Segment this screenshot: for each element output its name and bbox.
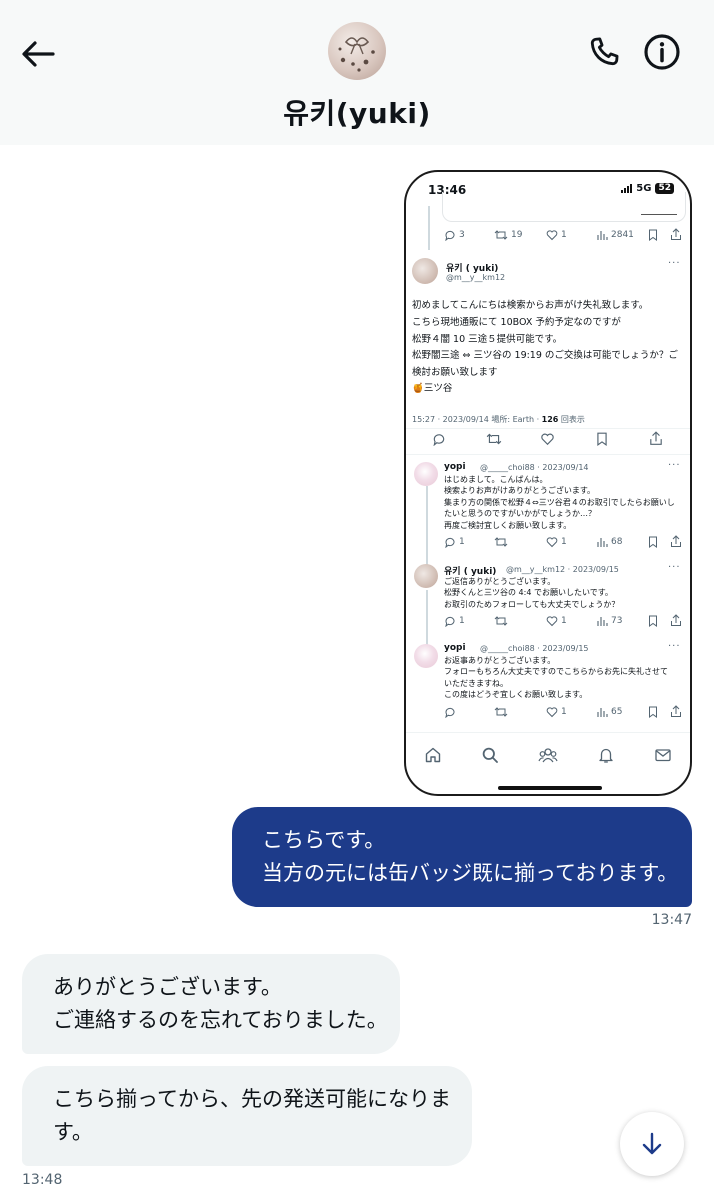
views-action: 73 bbox=[596, 615, 622, 627]
bell-icon bbox=[595, 744, 617, 766]
mail-icon bbox=[652, 744, 674, 766]
info-icon bbox=[644, 34, 680, 70]
message-timestamp: 13:47 bbox=[651, 912, 692, 928]
more-icon: ··· bbox=[668, 460, 681, 471]
reply-icon bbox=[445, 707, 455, 718]
phone-icon bbox=[590, 37, 619, 66]
heart-icon bbox=[546, 537, 558, 548]
reply-icon bbox=[433, 434, 445, 446]
post-line: 🍯三ツ谷 bbox=[412, 383, 453, 394]
reply-author-name: yopi bbox=[444, 643, 466, 653]
views-icon bbox=[597, 708, 608, 717]
search-icon bbox=[479, 744, 501, 766]
retweet-icon bbox=[494, 537, 508, 547]
avatar[interactable] bbox=[328, 22, 386, 80]
post-author-handle: @m__y__km12 bbox=[446, 273, 506, 282]
reply-author-handle: @_____choi88 · 2023/09/15 bbox=[480, 644, 589, 653]
info-button[interactable] bbox=[640, 30, 684, 74]
reply-author-name: yopi bbox=[444, 462, 466, 472]
message-line: こちらです。 bbox=[262, 828, 386, 852]
like-action: 1 bbox=[546, 229, 567, 241]
conversation-header: 유키(yuki) bbox=[0, 0, 714, 145]
back-button[interactable] bbox=[16, 32, 60, 76]
bookmark-icon bbox=[597, 432, 607, 446]
reply-action bbox=[444, 706, 456, 718]
arrow-left-icon bbox=[22, 41, 55, 67]
more-icon: ··· bbox=[668, 562, 681, 573]
post-line: こちら現地通販にて 10BOX 予約予定なのですが bbox=[412, 317, 621, 328]
reply-author-avatar bbox=[414, 644, 438, 668]
reply-author-avatar bbox=[414, 462, 438, 486]
incoming-message[interactable]: こちら揃ってから、先の発送可能になります。 bbox=[22, 1066, 472, 1166]
heart-icon bbox=[546, 707, 558, 718]
reply-icon bbox=[445, 230, 455, 241]
message-line: 当方の元には缶バッジ既に揃っております。 bbox=[262, 861, 679, 885]
arrow-down-icon bbox=[642, 1132, 662, 1155]
quoted-post-card bbox=[442, 192, 686, 222]
avatar-image bbox=[338, 37, 375, 72]
views-icon bbox=[597, 231, 608, 240]
share-icon bbox=[671, 705, 681, 717]
reply-author-handle: @m__y__km12 · 2023/09/15 bbox=[506, 565, 619, 574]
scroll-to-bottom-button[interactable] bbox=[620, 1112, 684, 1176]
views-icon bbox=[597, 538, 608, 547]
more-icon: ··· bbox=[668, 641, 681, 652]
retweet-icon bbox=[494, 707, 508, 717]
incoming-message[interactable]: ありがとうございます。 ご連絡するのを忘れておりました。 bbox=[22, 954, 400, 1054]
bookmark-icon bbox=[649, 536, 657, 548]
shared-screenshot-image[interactable]: 13:46 5G 52 3 19 1 2841 유키 ( yuki) @m__y… bbox=[404, 170, 692, 796]
home-indicator bbox=[498, 786, 602, 790]
reply-action: 1 bbox=[444, 536, 465, 548]
bookmark-icon bbox=[649, 706, 657, 718]
share-icon bbox=[671, 535, 681, 547]
post-meta: 15:27 · 2023/09/14 場所: Earth · 126 回表示 bbox=[412, 415, 585, 424]
retweet-icon bbox=[494, 616, 508, 626]
share-icon bbox=[650, 431, 662, 445]
share-icon bbox=[671, 228, 681, 240]
retweet-icon bbox=[486, 433, 502, 445]
reply-author-avatar bbox=[414, 564, 438, 588]
share-icon bbox=[671, 614, 681, 626]
reply-author-handle: @_____choi88 · 2023/09/14 bbox=[480, 463, 589, 472]
heart-icon bbox=[541, 433, 554, 446]
bookmark-icon bbox=[649, 229, 657, 241]
reply-icon bbox=[445, 537, 455, 548]
heart-icon bbox=[546, 616, 558, 627]
more-icon: ··· bbox=[668, 258, 681, 269]
outgoing-message[interactable]: こちらです。 当方の元には缶バッジ既に揃っております。 bbox=[232, 807, 692, 907]
page-title: 유키(yuki) bbox=[283, 97, 431, 130]
reply-action: 1 bbox=[444, 615, 465, 627]
call-button[interactable] bbox=[582, 30, 626, 74]
home-icon bbox=[422, 744, 444, 766]
views-action: 2841 bbox=[596, 229, 634, 241]
bookmark-icon bbox=[649, 615, 657, 627]
like-action: 1 bbox=[546, 536, 567, 548]
post-author-avatar bbox=[412, 258, 438, 284]
views-icon bbox=[597, 617, 608, 626]
heart-icon bbox=[546, 230, 558, 241]
post-line: 松野闇三途 ⇔ 三ツ谷の 19:19 のご交換は可能でしょうか？ご bbox=[412, 350, 678, 361]
bottom-nav bbox=[406, 744, 690, 784]
reply-icon bbox=[445, 616, 455, 627]
thread-line bbox=[428, 206, 430, 250]
message-text: こちら揃ってから、先の発送可能になります。 bbox=[53, 1087, 451, 1144]
like-action: 1 bbox=[546, 615, 567, 627]
message-timestamp: 13:48 bbox=[22, 1172, 63, 1188]
retweet-action: 19 bbox=[494, 229, 522, 241]
reply-action: 3 bbox=[444, 229, 465, 241]
retweet-icon bbox=[494, 230, 508, 240]
communities-icon bbox=[537, 744, 559, 766]
views-action: 65 bbox=[596, 706, 622, 718]
post-line: 検討お願い致します bbox=[412, 367, 498, 378]
post-line: 初めましてこんにちは検索からお声がけ失礼致します。 bbox=[412, 300, 649, 311]
post-line: 松野４闇 10 三途５提供可能です。 bbox=[412, 334, 563, 345]
message-line: ありがとうございます。 bbox=[53, 975, 282, 999]
message-line: ご連絡するのを忘れておりました。 bbox=[53, 1008, 388, 1032]
views-action: 68 bbox=[596, 536, 622, 548]
like-action: 1 bbox=[546, 706, 567, 718]
